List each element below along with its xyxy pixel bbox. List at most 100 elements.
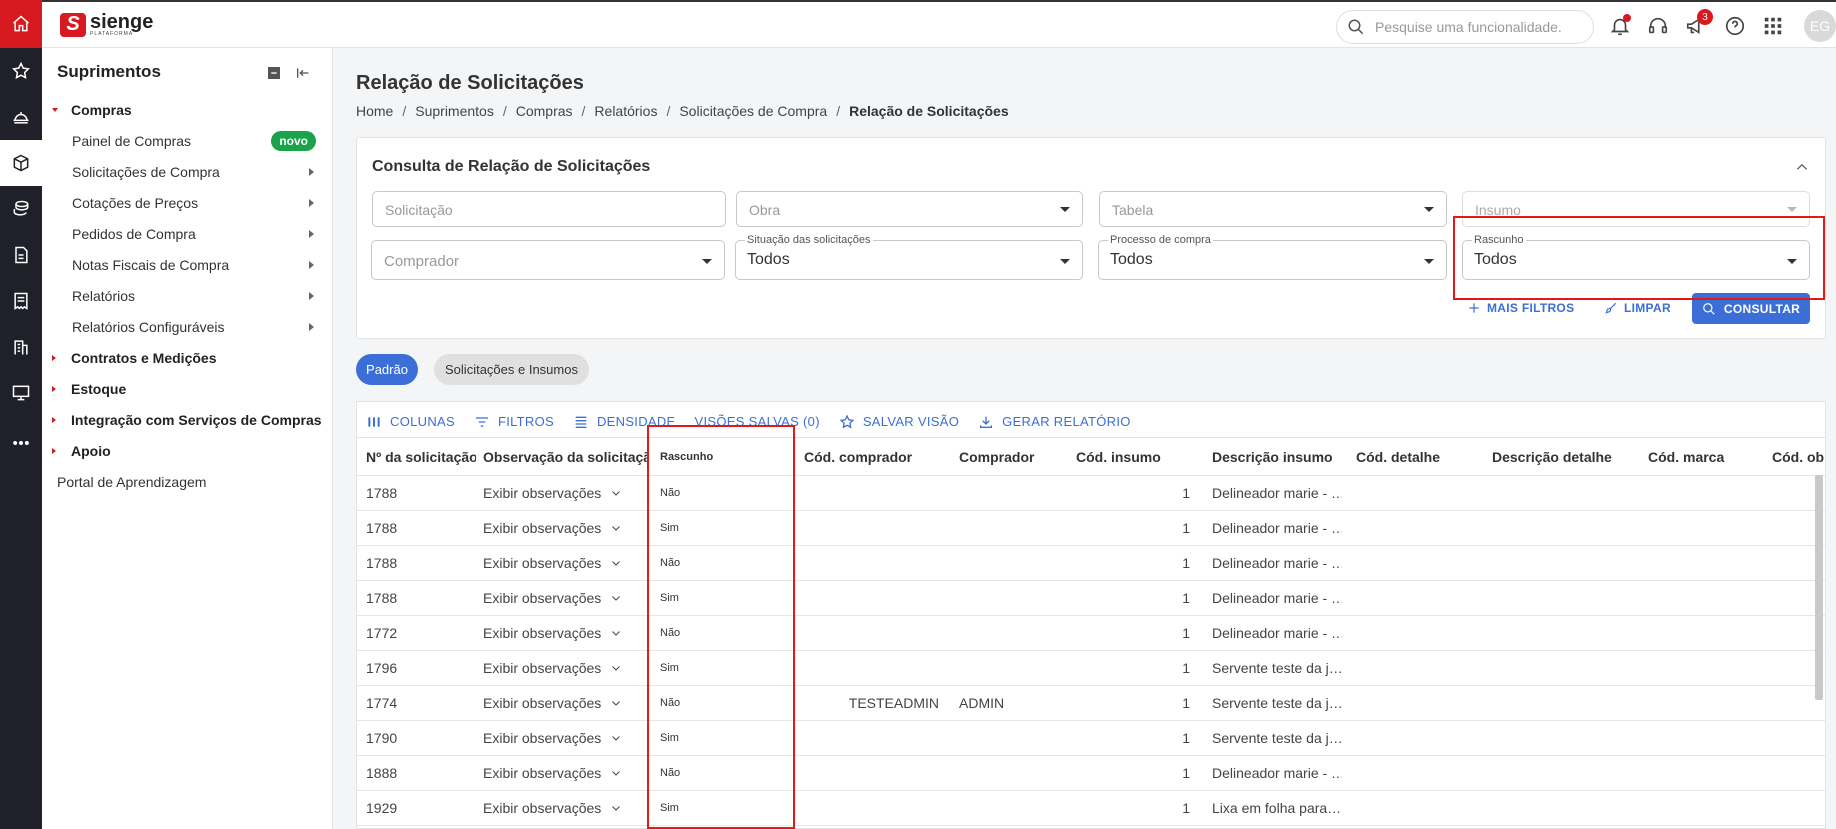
situacao-select[interactable]: Situação das solicitações Todos bbox=[735, 234, 1083, 280]
obs-toggle[interactable]: Exibir observações bbox=[483, 581, 622, 615]
breadcrumb-home[interactable]: Home bbox=[356, 103, 393, 119]
breadcrumb-relatorios[interactable]: Relatórios bbox=[594, 103, 657, 119]
consultar-button[interactable]: CONSULTAR bbox=[1692, 293, 1810, 324]
help-icon[interactable] bbox=[1722, 13, 1748, 39]
salvar-visao-label: SALVAR VISÃO bbox=[862, 414, 960, 429]
breadcrumb-compras[interactable]: Compras bbox=[516, 103, 573, 119]
sienge-logo[interactable]: S sienge PLATAFORMA bbox=[60, 12, 153, 37]
col-num[interactable]: Nº da solicitação bbox=[366, 438, 476, 475]
sidebar-item-relatorios-configuraveis[interactable]: Relatórios Configuráveis bbox=[42, 312, 332, 342]
avatar[interactable]: EG bbox=[1804, 10, 1836, 42]
helmet-icon[interactable] bbox=[0, 94, 42, 140]
sidebar-item-notas-fiscais-de-compra[interactable]: Notas Fiscais de Compra bbox=[42, 250, 332, 280]
col-cod-comprador[interactable]: Cód. comprador bbox=[804, 438, 924, 475]
limpar-button[interactable]: LIMPAR bbox=[1604, 292, 1671, 324]
col-rascunho[interactable]: Rascunho bbox=[660, 438, 770, 475]
cell-num: 1788 bbox=[366, 555, 398, 571]
visoes-salvas-label: VISÕES SALVAS (0) bbox=[694, 414, 820, 429]
comprador-select[interactable]: Comprador bbox=[371, 240, 725, 280]
box-icon[interactable] bbox=[0, 140, 42, 186]
table-row[interactable]: 1929 Exibir observações Sim 1 Lixa em fo… bbox=[357, 791, 1825, 826]
sidebar-group-contratos[interactable]: Contratos e Medições bbox=[42, 343, 332, 373]
filtros-button[interactable]: FILTROS bbox=[474, 414, 554, 430]
insumo-select[interactable]: Insumo bbox=[1462, 191, 1810, 227]
bell-icon[interactable] bbox=[1607, 13, 1633, 39]
situacao-label: Situação das solicitações bbox=[745, 234, 873, 246]
sidebar-item-cotacoes-de-precos[interactable]: Cotações de Preços bbox=[42, 188, 332, 218]
obs-toggle[interactable]: Exibir observações bbox=[483, 721, 622, 755]
gerar-relatorio-button[interactable]: GERAR RELATÓRIO bbox=[978, 414, 1131, 430]
hide-sidebar-icon[interactable] bbox=[294, 64, 312, 82]
sidebar-item-solicitacoes-de-compra[interactable]: Solicitações de Compra bbox=[42, 157, 332, 187]
sidebar-item-portal[interactable]: Portal de Aprendizagem bbox=[42, 467, 332, 497]
colunas-button[interactable]: COLUNAS bbox=[366, 414, 455, 430]
megaphone-icon[interactable]: 3 bbox=[1683, 9, 1713, 39]
table-row[interactable]: 1796 Exibir observações Sim 1 Servente t… bbox=[357, 651, 1825, 686]
obra-placeholder: Obra bbox=[749, 202, 781, 218]
monitor-icon[interactable] bbox=[0, 370, 42, 416]
cell-obs: Exibir observações bbox=[483, 555, 602, 571]
cell-obs: Exibir observações bbox=[483, 520, 602, 536]
obs-toggle[interactable]: Exibir observações bbox=[483, 546, 622, 580]
tabela-select[interactable]: Tabela bbox=[1099, 191, 1447, 227]
table-row[interactable]: 1788 Exibir observações Não 1 Delineador… bbox=[357, 546, 1825, 581]
col-cod-obra[interactable]: Cód. obra bbox=[1772, 438, 1825, 475]
sidebar-group-integracao[interactable]: Integração com Serviços de Compras bbox=[42, 405, 332, 435]
apps-grid-icon[interactable] bbox=[1760, 13, 1786, 39]
table-row[interactable]: 1788 Exibir observações Não 1 Delineador… bbox=[357, 476, 1825, 511]
breadcrumb: Home / Suprimentos / Compras / Relatórios / … bbox=[356, 103, 1009, 119]
obs-toggle[interactable]: Exibir observações bbox=[483, 616, 622, 650]
obs-toggle[interactable]: Exibir observações bbox=[483, 791, 622, 825]
breadcrumb-solicitacoes[interactable]: Solicitações de Compra bbox=[679, 103, 827, 119]
building-icon[interactable] bbox=[0, 324, 42, 370]
obs-toggle[interactable]: Exibir observações bbox=[483, 651, 622, 685]
table-row[interactable]: 1788 Exibir observações Sim 1 Delineador… bbox=[357, 581, 1825, 616]
sidebar-item-painel-de-compras[interactable]: Painel de Compras novo bbox=[42, 126, 332, 156]
densidade-button[interactable]: DENSIDADE bbox=[573, 414, 676, 430]
sidebar-group-compras[interactable]: Compras bbox=[42, 95, 332, 125]
table-row[interactable]: 1788 Exibir observações Sim 1 Delineador… bbox=[357, 511, 1825, 546]
table-row[interactable]: 1772 Exibir observações Não 1 Delineador… bbox=[357, 616, 1825, 651]
col-cod-insumo[interactable]: Cód. insumo bbox=[1076, 438, 1176, 475]
invoice-icon[interactable] bbox=[0, 278, 42, 324]
obs-toggle[interactable]: Exibir observações bbox=[483, 756, 622, 790]
col-cod-detalhe[interactable]: Cód. detalhe bbox=[1356, 438, 1466, 475]
col-observacao[interactable]: Observação da solicitação bbox=[483, 438, 647, 475]
sidebar-group-apoio[interactable]: Apoio bbox=[42, 436, 332, 466]
visoes-salvas-button[interactable]: VISÕES SALVAS (0) bbox=[695, 414, 820, 429]
filtros-label: FILTROS bbox=[497, 414, 554, 429]
breadcrumb-suprimentos[interactable]: Suprimentos bbox=[415, 103, 494, 119]
view-solicitacoes-insumos[interactable]: Solicitações e Insumos bbox=[434, 354, 589, 385]
mais-filtros-button[interactable]: MAIS FILTROS bbox=[1467, 292, 1574, 324]
view-padrao[interactable]: Padrão bbox=[356, 354, 418, 385]
table-row[interactable]: 1888 Exibir observações Não 1 Delineador… bbox=[357, 756, 1825, 791]
col-descricao-insumo[interactable]: Descrição insumo bbox=[1212, 438, 1342, 475]
collapse-all-icon[interactable] bbox=[265, 64, 283, 82]
feature-search[interactable] bbox=[1336, 10, 1594, 44]
headset-icon[interactable] bbox=[1645, 13, 1671, 39]
obs-toggle[interactable]: Exibir observações bbox=[483, 686, 622, 720]
col-descricao-detalhe[interactable]: Descrição detalhe bbox=[1492, 438, 1632, 475]
obra-select[interactable]: Obra bbox=[736, 191, 1083, 227]
col-cod-marca[interactable]: Cód. marca bbox=[1648, 438, 1748, 475]
coins-icon[interactable] bbox=[0, 186, 42, 232]
search-input[interactable] bbox=[1375, 19, 1575, 35]
table-row[interactable]: 1790 Exibir observações Sim 1 Servente t… bbox=[357, 721, 1825, 756]
star-icon[interactable] bbox=[0, 48, 42, 94]
chevron-up-icon[interactable] bbox=[1795, 160, 1809, 174]
obs-toggle[interactable]: Exibir observações bbox=[483, 476, 622, 510]
table-row[interactable]: 1774 Exibir observações Não TESTEADMIN A… bbox=[357, 686, 1825, 721]
sidebar-item-relatorios[interactable]: Relatórios bbox=[42, 281, 332, 311]
solicitacao-field[interactable]: Solicitação bbox=[372, 191, 726, 227]
rascunho-select[interactable]: Rascunho Todos bbox=[1462, 234, 1810, 280]
sidebar-item-pedidos-de-compra[interactable]: Pedidos de Compra bbox=[42, 219, 332, 249]
salvar-visao-button[interactable]: SALVAR VISÃO bbox=[839, 413, 960, 430]
more-icon[interactable] bbox=[0, 420, 42, 466]
home-icon[interactable] bbox=[0, 0, 42, 48]
document-icon[interactable] bbox=[0, 232, 42, 278]
processo-select[interactable]: Processo de compra Todos bbox=[1098, 234, 1447, 280]
col-comprador[interactable]: Comprador bbox=[959, 438, 1049, 475]
table-scrollbar[interactable] bbox=[1815, 475, 1823, 700]
obs-toggle[interactable]: Exibir observações bbox=[483, 511, 622, 545]
sidebar-group-estoque[interactable]: Estoque bbox=[42, 374, 332, 404]
